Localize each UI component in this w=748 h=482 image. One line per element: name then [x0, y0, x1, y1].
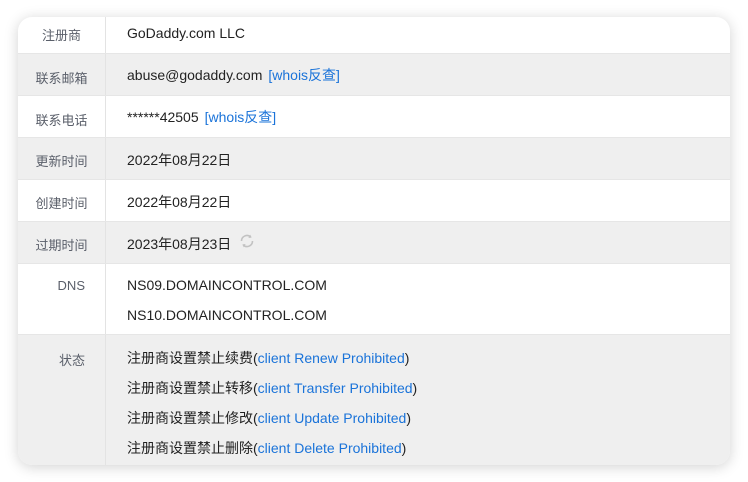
status-text: ) [406, 410, 411, 426]
phone-whois-lookup-link[interactable]: [whois反查] [205, 109, 277, 125]
email-whois-lookup-link[interactable]: [whois反查] [268, 67, 340, 83]
updated-row: 更新时间 2022年08月22日 [18, 138, 730, 180]
created-label: 创建时间 [18, 180, 106, 221]
registrar-label: 注册商 [18, 17, 106, 53]
status-values: 注册商设置禁止续费(client Renew Prohibited) 注册商设置… [106, 335, 730, 465]
dns-server-2: NS10.DOMAINCONTROL.COM [127, 307, 327, 323]
dns-server-1: NS09.DOMAINCONTROL.COM [127, 277, 327, 293]
status-text: ) [404, 350, 410, 366]
phone-value: ******42505 [127, 109, 199, 125]
status-text: 注册商设置禁止修改( [127, 410, 258, 426]
status-label: 状态 [18, 335, 106, 465]
status-item-update: 注册商设置禁止修改(client Update Prohibited) [127, 410, 730, 440]
registrar-value: GoDaddy.com LLC [127, 25, 246, 41]
refresh-icon[interactable] [238, 232, 256, 253]
email-value: abuse@godaddy.com [127, 67, 263, 83]
status-text: ) [401, 440, 407, 456]
updated-value: 2022年08月22日 [127, 152, 232, 168]
status-code-link[interactable]: client Update Prohibited [258, 410, 407, 426]
dns-label: DNS [18, 264, 106, 334]
status-text: ) [412, 380, 418, 396]
status-item-delete: 注册商设置禁止删除(client Delete Prohibited) [127, 440, 730, 465]
phone-label: 联系电话 [18, 96, 106, 137]
status-item-renew: 注册商设置禁止续费(client Renew Prohibited) [127, 350, 730, 380]
expires-value-cell: 2023年08月23日 [106, 222, 730, 263]
whois-info-card: 注册商 GoDaddy.com LLC 联系邮箱 abuse@godaddy.c… [18, 17, 730, 465]
status-text: 注册商设置禁止删除( [127, 440, 258, 456]
status-text: 注册商设置禁止续费( [127, 350, 258, 366]
phone-row: 联系电话 ******42505 [whois反查] [18, 96, 730, 138]
created-row: 创建时间 2022年08月22日 [18, 180, 730, 222]
email-value-cell: abuse@godaddy.com [whois反查] [106, 54, 730, 95]
dns-values: NS09.DOMAINCONTROL.COM NS10.DOMAINCONTRO… [106, 264, 730, 334]
status-code-link[interactable]: client Renew Prohibited [258, 350, 405, 366]
status-code-link[interactable]: client Transfer Prohibited [258, 380, 413, 396]
status-code-link[interactable]: client Delete Prohibited [258, 440, 402, 456]
email-row: 联系邮箱 abuse@godaddy.com [whois反查] [18, 54, 730, 96]
created-value: 2022年08月22日 [127, 194, 232, 210]
expires-row: 过期时间 2023年08月23日 [18, 222, 730, 264]
status-item-transfer: 注册商设置禁止转移(client Transfer Prohibited) [127, 380, 730, 410]
dns-row: DNS NS09.DOMAINCONTROL.COM NS10.DOMAINCO… [18, 264, 730, 335]
status-row: 状态 注册商设置禁止续费(client Renew Prohibited) 注册… [18, 335, 730, 465]
registrar-row: 注册商 GoDaddy.com LLC [18, 17, 730, 54]
expires-value: 2023年08月23日 [127, 236, 232, 252]
phone-value-cell: ******42505 [whois反查] [106, 96, 730, 137]
expires-label: 过期时间 [18, 222, 106, 263]
updated-label: 更新时间 [18, 138, 106, 179]
email-label: 联系邮箱 [18, 54, 106, 95]
status-text: 注册商设置禁止转移( [127, 380, 258, 396]
